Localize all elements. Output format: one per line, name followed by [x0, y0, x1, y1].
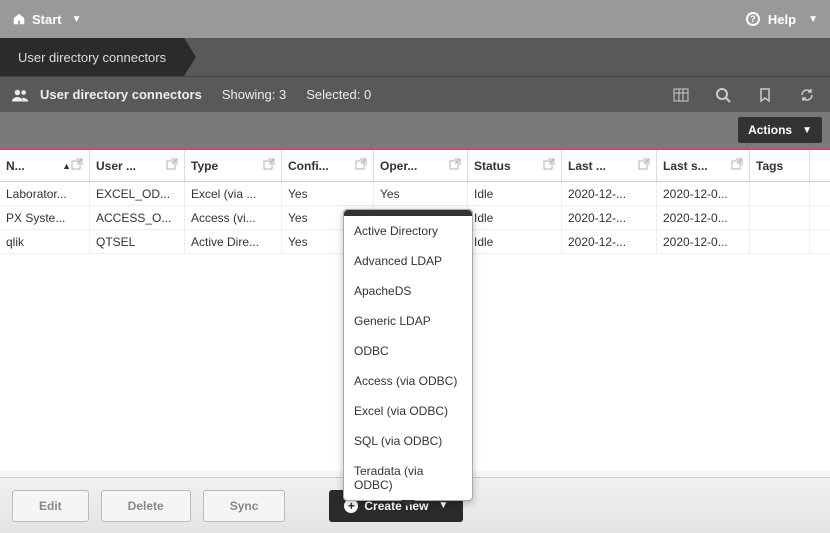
popout-icon[interactable]	[263, 158, 275, 173]
table-cell	[750, 230, 810, 253]
breadcrumb-bar: User directory connectors	[0, 38, 830, 76]
column-label: Confi...	[288, 159, 355, 173]
column-header[interactable]: Oper...	[374, 150, 468, 181]
popout-icon[interactable]	[731, 158, 743, 173]
column-label: N...	[6, 159, 60, 173]
dropdown-item[interactable]: Teradata (via ODBC)	[344, 456, 472, 500]
table-cell: Idle	[468, 182, 562, 205]
column-header[interactable]: User ...	[90, 150, 185, 181]
table-cell	[750, 182, 810, 205]
dropdown-arrow-icon	[401, 500, 415, 507]
table-cell: Access (vi...	[185, 206, 282, 229]
search-icon[interactable]	[712, 84, 734, 106]
table-cell: EXCEL_OD...	[90, 182, 185, 205]
dropdown-item[interactable]: Active Directory	[344, 216, 472, 246]
breadcrumb-label: User directory connectors	[18, 50, 166, 65]
showing-value: 3	[279, 87, 286, 102]
column-label: Tags	[756, 159, 803, 173]
chevron-down-icon: ▼	[808, 14, 818, 25]
actions-button[interactable]: Actions ▼	[738, 117, 822, 143]
dropdown-item[interactable]: ODBC	[344, 336, 472, 366]
table-cell: PX Syste...	[0, 206, 90, 229]
column-header[interactable]: Last ...	[562, 150, 657, 181]
table-cell: Active Dire...	[185, 230, 282, 253]
page-title: User directory connectors	[40, 87, 202, 102]
sync-button[interactable]: Sync	[203, 490, 286, 522]
column-label: Last s...	[663, 159, 731, 173]
column-header[interactable]: Status	[468, 150, 562, 181]
column-header[interactable]: N...▲	[0, 150, 90, 181]
column-header[interactable]: Confi...	[282, 150, 374, 181]
popout-icon[interactable]	[355, 158, 367, 173]
dropdown-item[interactable]: Advanced LDAP	[344, 246, 472, 276]
help-icon: ?	[746, 12, 760, 26]
table-cell: 2020-12-...	[562, 230, 657, 253]
table-cell: 2020-12-0...	[657, 206, 750, 229]
table-cell: Laborator...	[0, 182, 90, 205]
column-label: Type	[191, 159, 263, 173]
chevron-down-icon: ▼	[438, 500, 448, 511]
column-label: User ...	[96, 159, 166, 173]
table-cell: qlik	[0, 230, 90, 253]
selected-value: 0	[364, 87, 371, 102]
help-label: Help	[768, 12, 796, 27]
showing-label: Showing:	[222, 87, 275, 102]
column-label: Oper...	[380, 159, 449, 173]
column-header[interactable]: Type	[185, 150, 282, 181]
chevron-down-icon: ▼	[802, 125, 812, 136]
home-icon	[12, 12, 26, 26]
refresh-icon[interactable]	[796, 84, 818, 106]
start-label: Start	[32, 12, 62, 27]
table-cell: 2020-12-0...	[657, 230, 750, 253]
start-menu[interactable]: Start ▼	[12, 12, 82, 27]
popout-icon[interactable]	[543, 158, 555, 173]
columns-icon[interactable]	[670, 84, 692, 106]
edit-button[interactable]: Edit	[12, 490, 89, 522]
table-cell: Idle	[468, 206, 562, 229]
dropdown-item[interactable]: SQL (via ODBC)	[344, 426, 472, 456]
popout-icon[interactable]	[71, 158, 83, 173]
table-cell: Idle	[468, 230, 562, 253]
table-cell: 2020-12-...	[562, 206, 657, 229]
column-header[interactable]: Tags	[750, 150, 810, 181]
top-bar: Start ▼ ? Help ▼	[0, 0, 830, 38]
popout-icon[interactable]	[166, 158, 178, 173]
chevron-down-icon: ▼	[72, 14, 82, 25]
dropdown-item[interactable]: Access (via ODBC)	[344, 366, 472, 396]
column-label: Last ...	[568, 159, 638, 173]
column-header[interactable]: Last s...	[657, 150, 750, 181]
table-cell	[750, 206, 810, 229]
table-row[interactable]: Laborator...EXCEL_OD...Excel (via ...Yes…	[0, 182, 830, 206]
actions-label: Actions	[748, 123, 792, 137]
table-cell: ACCESS_O...	[90, 206, 185, 229]
sort-asc-icon: ▲	[62, 161, 71, 171]
table-cell: Yes	[374, 182, 468, 205]
column-label: Status	[474, 159, 543, 173]
selected-label: Selected:	[306, 87, 360, 102]
table-cell: Yes	[282, 182, 374, 205]
dropdown-item[interactable]: Generic LDAP	[344, 306, 472, 336]
delete-button[interactable]: Delete	[101, 490, 191, 522]
breadcrumb-tab[interactable]: User directory connectors	[0, 38, 184, 76]
table-cell: 2020-12-0...	[657, 182, 750, 205]
actions-row: Actions ▼	[0, 112, 830, 148]
info-bar: User directory connectors Showing: 3 Sel…	[0, 76, 830, 112]
popout-icon[interactable]	[638, 158, 650, 173]
create-new-dropdown: Active DirectoryAdvanced LDAPApacheDSGen…	[343, 209, 473, 501]
popout-icon[interactable]	[449, 158, 461, 173]
table-header: N...▲ User ... Type Confi... Oper... Status La…	[0, 150, 830, 182]
table-cell: QTSEL	[90, 230, 185, 253]
dropdown-item[interactable]: Excel (via ODBC)	[344, 396, 472, 426]
table-cell: 2020-12-...	[562, 182, 657, 205]
help-menu[interactable]: ? Help ▼	[746, 12, 818, 27]
bookmark-icon[interactable]	[754, 84, 776, 106]
dropdown-item[interactable]: ApacheDS	[344, 276, 472, 306]
table-cell: Excel (via ...	[185, 182, 282, 205]
users-icon	[12, 88, 30, 102]
